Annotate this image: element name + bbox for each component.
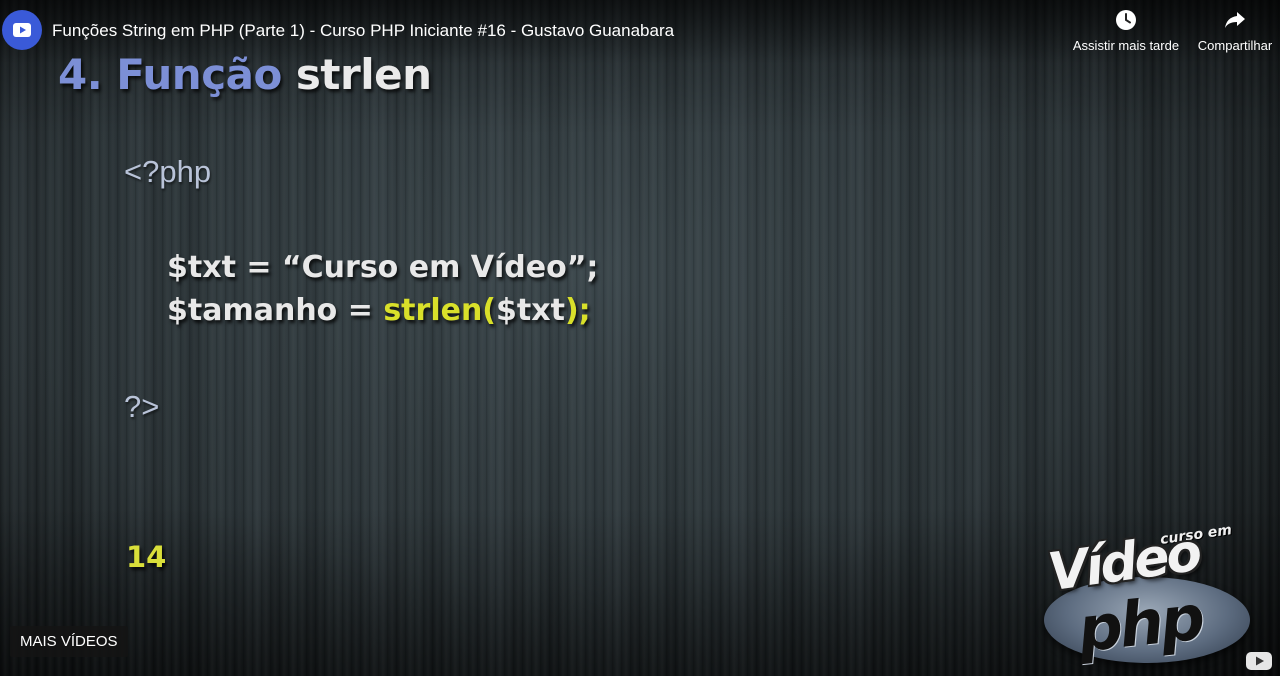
slide-title-number: 4. Função: [58, 50, 282, 99]
share-arrow-icon: [1192, 8, 1278, 32]
code-line-2-prefix: $tamanho =: [167, 293, 384, 328]
code-line-2-function: strlen(: [383, 293, 497, 328]
channel-logo-icon[interactable]: [2, 10, 42, 50]
watch-later-label: Assistir mais tarde: [1072, 38, 1180, 53]
logo-php-text: php: [1074, 580, 1206, 667]
share-label: Compartilhar: [1197, 38, 1273, 53]
slide-title: 4. Função strlen: [58, 50, 432, 99]
php-close-tag: ?>: [124, 389, 160, 424]
video-player[interactable]: Funções String em PHP (Parte 1) - Curso …: [0, 0, 1280, 676]
youtube-logo-icon[interactable]: [1246, 652, 1272, 670]
code-output: 14: [126, 540, 167, 574]
code-line-2: $tamanho = strlen($txt);: [167, 293, 591, 328]
clock-icon: [1066, 8, 1186, 32]
code-line-2-arg: $txt: [496, 293, 565, 328]
more-videos-button[interactable]: MAIS VÍDEOS: [10, 626, 128, 657]
watch-later-button[interactable]: Assistir mais tarde: [1066, 8, 1186, 53]
share-button[interactable]: Compartilhar: [1192, 8, 1278, 53]
curso-em-video-php-logo: curso em Vídeo php: [1040, 522, 1255, 667]
video-title[interactable]: Funções String em PHP (Parte 1) - Curso …: [52, 20, 674, 42]
code-line-1: $txt = “Curso em Vídeo”;: [167, 250, 599, 285]
php-open-tag: <?php: [124, 154, 212, 189]
slide-title-function: strlen: [295, 50, 432, 99]
code-line-2-close: );: [564, 293, 591, 328]
